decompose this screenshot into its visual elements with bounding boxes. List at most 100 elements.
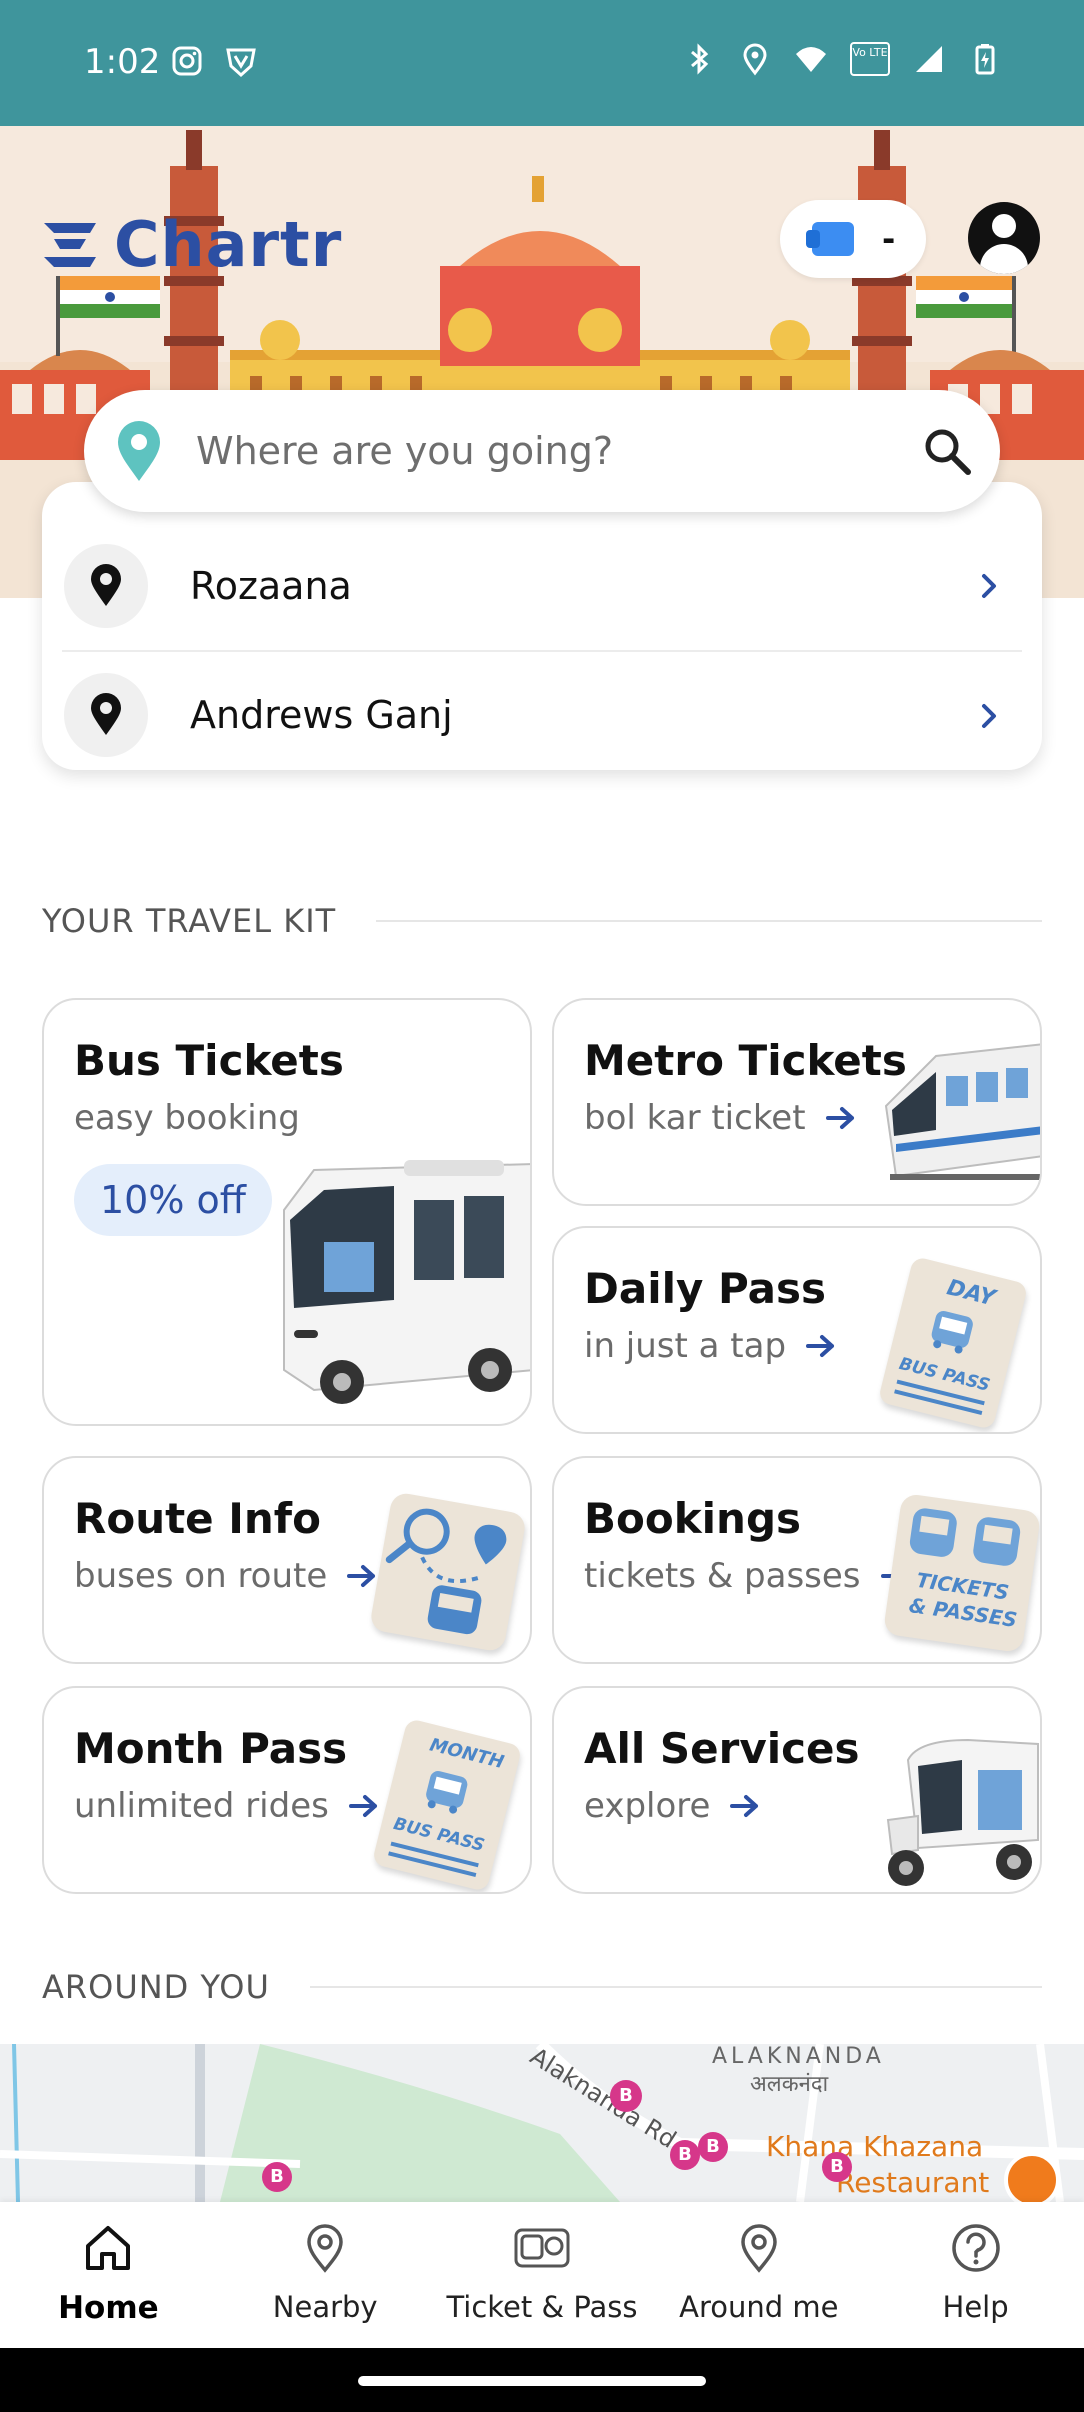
location-pin-icon bbox=[118, 421, 160, 481]
card-subtitle-text: tickets & passes bbox=[584, 1556, 861, 1596]
wallet-balance: - bbox=[882, 220, 896, 258]
nav-nearby[interactable]: Nearby bbox=[217, 2202, 434, 2348]
nav-label: Help bbox=[942, 2290, 1009, 2324]
card-title: Bookings bbox=[584, 1494, 802, 1543]
nav-label: Ticket & Pass bbox=[446, 2290, 638, 2324]
card-subtitle-text: in just a tap bbox=[584, 1326, 787, 1366]
tickets-passes-illustration: TICKETS & PASSES bbox=[882, 1492, 1040, 1654]
search-input[interactable] bbox=[196, 429, 876, 473]
electric-bus-illustration bbox=[283, 1160, 530, 1404]
help-circle-icon bbox=[951, 2224, 1000, 2272]
location-pin-icon bbox=[307, 2224, 343, 2273]
route-info-card[interactable]: Route Info buses on route bbox=[42, 1456, 532, 1664]
bus-stop-marker[interactable]: B bbox=[610, 2080, 642, 2112]
map-area-label-hindi: अलकनंदा bbox=[750, 2072, 829, 2097]
arrow-right-icon bbox=[347, 1565, 376, 1587]
card-title: Daily Pass bbox=[584, 1264, 826, 1313]
signal-icon bbox=[916, 46, 942, 72]
card-subtitle-text: bol kar ticket bbox=[584, 1098, 806, 1138]
arrow-right-icon bbox=[348, 1795, 377, 1817]
logo-text: Chartr bbox=[114, 208, 343, 281]
restaurant-marker-icon[interactable] bbox=[1004, 2152, 1060, 2202]
card-title: Bus Tickets bbox=[74, 1036, 344, 1085]
search-icon[interactable] bbox=[920, 424, 974, 478]
card-title: Month Pass bbox=[74, 1724, 348, 1773]
recent-places-card: Rozaana Andrews Ganj bbox=[42, 482, 1042, 770]
card-subtitle: easy booking bbox=[74, 1098, 300, 1138]
bus-icon bbox=[931, 1310, 973, 1354]
map-view[interactable]: ALAKNANDA अलकनंदा Alaknanda Rd Khana Kha… bbox=[0, 2044, 1084, 2202]
map-place-label: Restaurant bbox=[836, 2166, 990, 2199]
bottom-nav: Home Nearby Ticket & Pass Around me Help bbox=[0, 2202, 1084, 2348]
vpn-shield-icon bbox=[226, 48, 256, 78]
auto-rickshaw-illustration bbox=[886, 1738, 1039, 1886]
bus-metro-icon bbox=[514, 2228, 570, 2268]
location-icon bbox=[743, 43, 767, 76]
bookings-card[interactable]: Bookings tickets & passes TICKETS & PASS… bbox=[552, 1456, 1042, 1664]
status-bar: 1:02 Vo LTE bbox=[0, 0, 1084, 126]
chartr-logo-mark-icon bbox=[44, 222, 96, 267]
bus-stop-marker[interactable]: B bbox=[698, 2132, 728, 2162]
divider bbox=[376, 920, 1042, 922]
search-bar[interactable] bbox=[84, 390, 1000, 512]
nav-ticket-pass[interactable]: Ticket & Pass bbox=[434, 2202, 651, 2348]
card-subtitle: buses on route bbox=[74, 1556, 377, 1596]
gesture-bar-area bbox=[0, 2348, 1084, 2412]
card-subtitle: explore bbox=[584, 1786, 760, 1826]
nav-around-me[interactable]: Around me bbox=[650, 2202, 867, 2348]
nav-home[interactable]: Home bbox=[0, 2202, 217, 2348]
card-title: All Services bbox=[584, 1724, 860, 1773]
avatar-head bbox=[992, 214, 1016, 238]
recent-place-icon-wrap bbox=[64, 673, 148, 757]
route-search-icon bbox=[385, 1508, 507, 1635]
card-title: Route Info bbox=[74, 1494, 321, 1543]
wallet-icon bbox=[806, 222, 854, 256]
chevron-right-icon bbox=[982, 704, 996, 728]
day-pass-ticket-illustration: DAY BUS PASS bbox=[877, 1255, 1029, 1431]
bluetooth-icon bbox=[691, 43, 709, 75]
bus-stop-marker[interactable]: B bbox=[670, 2140, 700, 2170]
card-subtitle: bol kar ticket bbox=[584, 1098, 856, 1138]
divider bbox=[309, 1986, 1042, 1988]
month-pass-ticket-illustration: MONTH BUS PASS bbox=[371, 1717, 523, 1892]
metro-train-illustration bbox=[884, 1043, 1040, 1180]
card-subtitle: in just a tap bbox=[584, 1326, 836, 1366]
chevron-right-icon bbox=[982, 574, 996, 598]
daily-pass-card[interactable]: Daily Pass in just a tap DAY BUS PASS bbox=[552, 1226, 1042, 1434]
recent-place-label: Andrews Ganj bbox=[190, 693, 453, 737]
all-services-card[interactable]: All Services explore bbox=[552, 1686, 1042, 1894]
bus-tickets-card[interactable]: Bus Tickets easy booking 10% off bbox=[42, 998, 532, 1426]
section-title: YOUR TRAVEL KIT bbox=[42, 902, 337, 940]
card-subtitle: tickets & passes bbox=[584, 1556, 911, 1596]
recent-place-item[interactable]: Andrews Ganj bbox=[62, 650, 1022, 778]
profile-avatar-button[interactable] bbox=[968, 202, 1040, 274]
card-subtitle: unlimited rides bbox=[74, 1786, 379, 1826]
route-map-illustration bbox=[368, 1491, 528, 1653]
bus-stop-marker[interactable]: B bbox=[262, 2162, 292, 2192]
avatar-body bbox=[980, 244, 1028, 274]
nav-help[interactable]: Help bbox=[867, 2202, 1084, 2348]
card-subtitle-text: unlimited rides bbox=[74, 1786, 329, 1826]
recent-place-label: Rozaana bbox=[190, 564, 352, 608]
location-pin-icon bbox=[741, 2224, 777, 2273]
map-marker-icon bbox=[91, 564, 121, 606]
card-subtitle-text: buses on route bbox=[74, 1556, 328, 1596]
map-place-label: Khana Khazana bbox=[766, 2130, 984, 2163]
home-icon bbox=[86, 2226, 131, 2270]
month-pass-card[interactable]: Month Pass unlimited rides MONTH BUS PAS… bbox=[42, 1686, 532, 1894]
around-you-header: AROUND YOU bbox=[42, 1968, 1042, 2006]
wallet-button[interactable]: - bbox=[780, 200, 926, 278]
bus-stop-marker[interactable]: B bbox=[822, 2152, 852, 2182]
instagram-icon bbox=[172, 46, 202, 76]
ticket-art-bottom-text: BUS PASS bbox=[391, 1814, 487, 1856]
metro-tickets-card[interactable]: Metro Tickets bol kar ticket bbox=[552, 998, 1042, 1206]
recent-place-item[interactable]: Rozaana bbox=[42, 522, 1042, 650]
arrow-right-icon bbox=[825, 1107, 854, 1129]
status-left-icons bbox=[170, 44, 258, 78]
battery-charging-icon bbox=[975, 44, 995, 75]
map-area-label: ALAKNANDA bbox=[712, 2044, 885, 2069]
card-title: Metro Tickets bbox=[584, 1036, 907, 1085]
nav-label: Home bbox=[58, 2290, 159, 2326]
home-gesture-handle[interactable] bbox=[358, 2376, 706, 2386]
travel-kit-header: YOUR TRAVEL KIT bbox=[42, 902, 1042, 940]
